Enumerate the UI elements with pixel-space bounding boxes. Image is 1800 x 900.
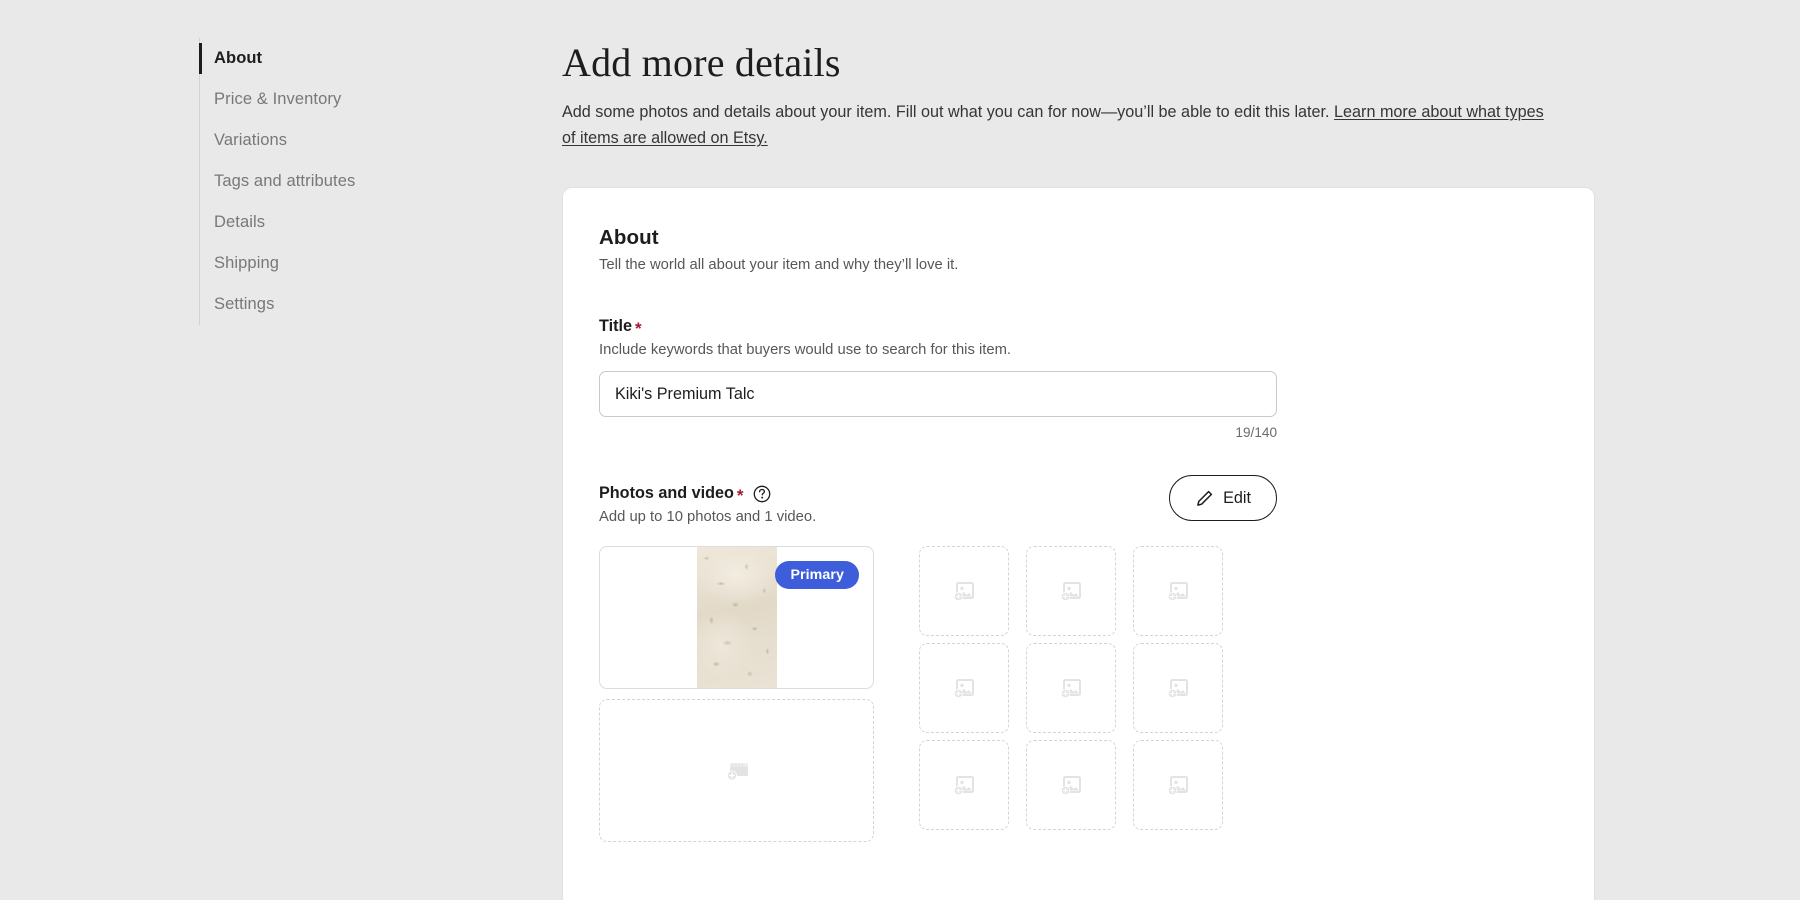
add-photo-icon — [1056, 770, 1086, 800]
title-label-text: Title — [599, 317, 632, 336]
photo-upload-tile[interactable] — [1133, 740, 1223, 830]
photo-upload-tile[interactable] — [1133, 546, 1223, 636]
page-header: Add more details Add some photos and det… — [562, 40, 1597, 151]
sidebar-item-label: Tags and attributes — [214, 172, 355, 191]
page-description-text: Add some photos and details about your i… — [562, 103, 1334, 121]
sidebar-item-label: Variations — [214, 131, 287, 150]
add-photo-icon — [1163, 770, 1193, 800]
add-photo-icon — [1056, 673, 1086, 703]
primary-badge: Primary — [775, 561, 859, 589]
photos-label-block: Photos and video * Add up to 10 photos a… — [599, 484, 816, 525]
add-photo-icon — [1163, 576, 1193, 606]
add-video-icon — [720, 754, 754, 788]
title-label: Title * — [599, 317, 1558, 336]
sidebar-item-price-inventory[interactable]: Price & Inventory — [214, 79, 459, 120]
about-section-title: About — [599, 226, 1558, 250]
step-navigation: About Price & Inventory Variations Tags … — [199, 38, 459, 325]
add-photo-icon — [1056, 576, 1086, 606]
sidebar-item-label: Settings — [214, 295, 274, 314]
photos-field-group: Photos and video * Add up to 10 photos a… — [599, 484, 1558, 876]
required-asterisk-icon: * — [737, 487, 744, 504]
question-circle-icon[interactable] — [753, 485, 771, 503]
photo-upload-tile[interactable] — [1026, 643, 1116, 733]
edit-photos-button[interactable]: Edit — [1169, 475, 1277, 521]
photo-upload-tile[interactable] — [919, 643, 1009, 733]
required-asterisk-icon: * — [635, 320, 642, 337]
sidebar-item-label: Details — [214, 213, 265, 232]
add-photo-icon — [949, 770, 979, 800]
primary-photo-tile[interactable]: Primary — [599, 546, 874, 689]
photo-upload-tile[interactable] — [1026, 740, 1116, 830]
page-title: Add more details — [562, 40, 1597, 86]
add-photo-icon — [1163, 673, 1193, 703]
photo-thumbnail — [697, 547, 777, 688]
add-photo-icon — [949, 576, 979, 606]
title-input[interactable] — [599, 371, 1277, 417]
title-field-group: Title * Include keywords that buyers wou… — [599, 317, 1558, 440]
photos-label-text: Photos and video — [599, 484, 734, 503]
sidebar-item-label: Price & Inventory — [214, 90, 341, 109]
sidebar-item-shipping[interactable]: Shipping — [214, 243, 459, 284]
edit-photos-button-label: Edit — [1223, 489, 1251, 508]
sidebar-item-label: Shipping — [214, 254, 279, 273]
about-section-subtitle: Tell the world all about your item and w… — [599, 257, 1558, 273]
photo-upload-tile[interactable] — [1133, 643, 1223, 733]
sidebar-item-label: About — [214, 49, 262, 68]
media-grid: Primary — [599, 546, 1279, 876]
sidebar-item-details[interactable]: Details — [214, 202, 459, 243]
title-hint: Include keywords that buyers would use t… — [599, 342, 1558, 358]
photo-upload-tile[interactable] — [919, 740, 1009, 830]
title-character-counter: 19/140 — [599, 425, 1277, 440]
video-upload-tile[interactable] — [599, 699, 874, 842]
listing-editor-page: About Price & Inventory Variations Tags … — [0, 0, 1800, 900]
page-description: Add some photos and details about your i… — [562, 99, 1557, 151]
photo-upload-tile[interactable] — [1026, 546, 1116, 636]
sidebar-item-variations[interactable]: Variations — [214, 120, 459, 161]
photos-hint: Add up to 10 photos and 1 video. — [599, 509, 816, 525]
sidebar-item-settings[interactable]: Settings — [214, 284, 459, 325]
pencil-icon — [1195, 489, 1214, 508]
add-photo-icon — [949, 673, 979, 703]
photos-label: Photos and video * — [599, 484, 816, 503]
photo-upload-tile[interactable] — [919, 546, 1009, 636]
sidebar-item-tags-attributes[interactable]: Tags and attributes — [214, 161, 459, 202]
sidebar-item-about[interactable]: About — [214, 38, 459, 79]
photos-header-row: Photos and video * Add up to 10 photos a… — [599, 484, 1277, 525]
about-card: About Tell the world all about your item… — [562, 187, 1595, 900]
